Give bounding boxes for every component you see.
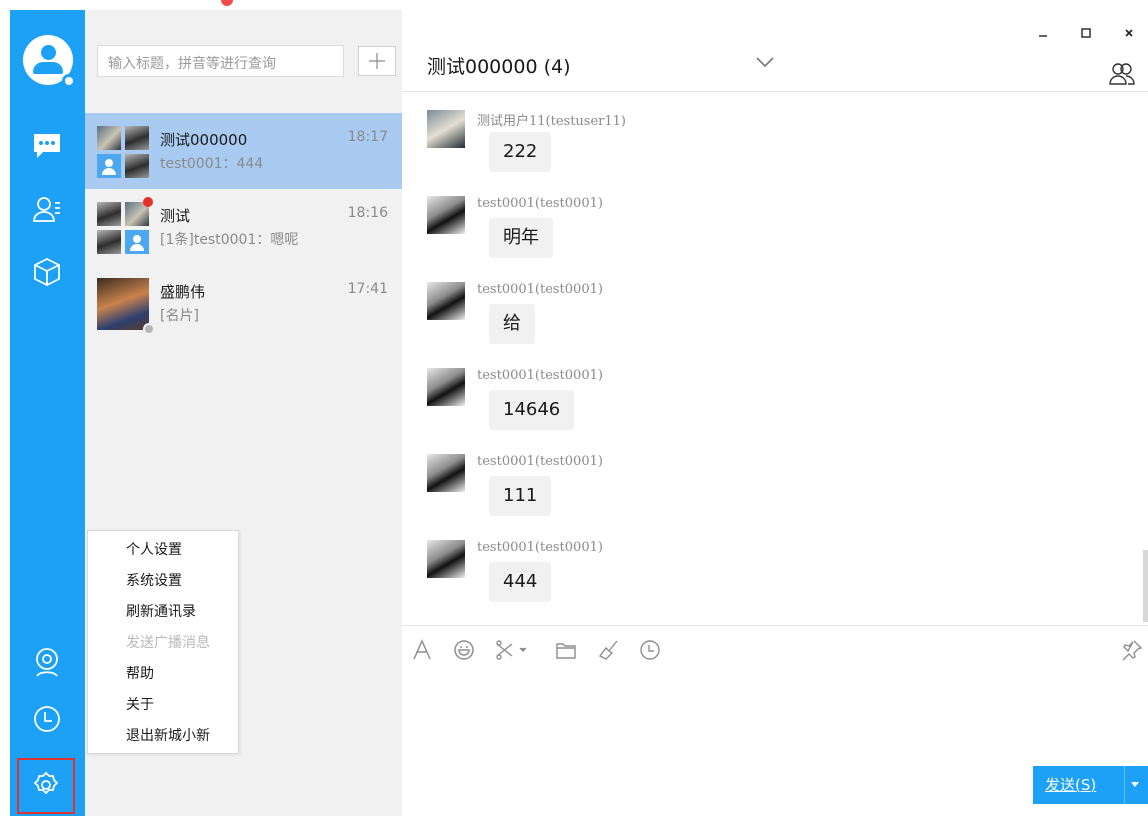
menu-item-broadcast: 发送广播消息 xyxy=(126,635,210,651)
add-button[interactable] xyxy=(358,46,396,76)
message-bubble[interactable]: 444 xyxy=(489,562,552,602)
conversation-preview: test0001：444 xyxy=(160,156,264,172)
left-rail xyxy=(0,0,85,816)
menu-item-system-settings[interactable]: 系统设置 xyxy=(88,570,238,601)
minimize-button[interactable] xyxy=(1032,22,1054,44)
menu-item-refresh-contacts[interactable]: 刷新通讯录 xyxy=(88,601,238,632)
conversation-time: 17:41 xyxy=(347,281,388,297)
sender-avatar[interactable] xyxy=(427,110,465,148)
conversation-time: 18:16 xyxy=(347,205,388,221)
conversation-preview: [名片] xyxy=(160,308,199,324)
sender-name: 测试用户11(testuser11) xyxy=(477,114,626,129)
group-members-icon[interactable] xyxy=(1109,62,1135,90)
menu-item-help[interactable]: 帮助 xyxy=(88,663,238,694)
chat-panel: 测试000000 (4) 测试用户11(testuser11) 222 test… xyxy=(402,10,1148,816)
avatar-body-shape xyxy=(33,62,63,74)
emoji-icon[interactable] xyxy=(452,638,476,662)
conversation-item[interactable]: 测试 [1条]test0001：嗯呢 18:16 xyxy=(85,189,402,265)
apps-cube-icon[interactable] xyxy=(32,257,62,287)
menu-item-about[interactable]: 关于 xyxy=(88,694,238,725)
menu-item-exit[interactable]: 退出新城小新 xyxy=(88,725,238,756)
maximize-icon xyxy=(1081,28,1091,38)
message-scrollbar[interactable] xyxy=(1143,550,1148,622)
settings-menu: 个人设置 系统设置 刷新通讯录 发送广播消息 帮助 关于 退出新城小新 xyxy=(87,530,239,754)
close-icon xyxy=(1125,29,1133,37)
group-avatar xyxy=(97,202,149,254)
conversation-item[interactable]: 测试000000 test0001：444 18:17 xyxy=(85,113,402,189)
message-bubble[interactable]: 明年 xyxy=(489,218,553,258)
offline-indicator xyxy=(143,323,155,335)
group-avatar xyxy=(97,126,149,178)
webcam-icon[interactable] xyxy=(32,647,62,677)
menu-item-personal-settings[interactable]: 个人设置 xyxy=(88,539,238,570)
notification-dot xyxy=(221,0,233,6)
sender-avatar[interactable] xyxy=(427,368,465,406)
status-indicator xyxy=(62,74,76,88)
chat-header: 测试000000 (4) xyxy=(402,10,1148,92)
unread-badge xyxy=(143,197,153,207)
sender-name: test0001(test0001) xyxy=(477,368,603,383)
clock-icon[interactable] xyxy=(638,638,662,662)
maximize-button[interactable] xyxy=(1075,22,1097,44)
settings-highlight-box xyxy=(17,758,75,814)
font-icon[interactable] xyxy=(410,638,434,662)
search-input[interactable]: 输入标题，拼音等进行查询 xyxy=(97,45,344,77)
conversation-item[interactable]: 盛鹏伟 [名片] 17:41 xyxy=(85,265,402,341)
sender-avatar[interactable] xyxy=(427,282,465,320)
send-options-caret-icon[interactable] xyxy=(1131,782,1139,787)
conversation-name: 盛鹏伟 xyxy=(160,283,206,301)
contacts-icon[interactable] xyxy=(32,194,62,224)
message-bubble[interactable]: 111 xyxy=(489,476,552,516)
send-button-label: 发送(S) xyxy=(1045,776,1097,794)
title-strip xyxy=(85,0,1148,10)
sender-avatar[interactable] xyxy=(427,454,465,492)
sender-avatar[interactable] xyxy=(427,540,465,578)
chevron-down-icon[interactable] xyxy=(755,54,775,73)
sender-name: test0001(test0001) xyxy=(477,282,603,297)
conversation-preview: [1条]test0001：嗯呢 xyxy=(160,232,299,248)
conversation-name: 测试 xyxy=(160,207,191,225)
plus-icon xyxy=(369,53,385,69)
message-input-area[interactable]: 发送(S) xyxy=(402,625,1148,816)
message-bubble[interactable]: 给 xyxy=(489,304,535,344)
sender-name: test0001(test0001) xyxy=(477,540,603,555)
messages-icon[interactable] xyxy=(32,131,62,161)
screenshot-scissors-icon[interactable] xyxy=(494,638,530,662)
folder-icon[interactable] xyxy=(554,638,578,662)
my-avatar[interactable] xyxy=(23,35,76,88)
conversation-time: 18:17 xyxy=(347,129,388,145)
avatar-head-shape xyxy=(41,45,56,60)
sender-avatar[interactable] xyxy=(427,196,465,234)
sender-name: test0001(test0001) xyxy=(477,196,603,211)
message-bubble[interactable]: 14646 xyxy=(489,390,575,430)
minimize-icon xyxy=(1039,35,1047,37)
brush-icon[interactable] xyxy=(596,638,620,662)
pin-icon[interactable] xyxy=(1120,638,1144,662)
app-window: 输入标题，拼音等进行查询 测试000000 test0001：444 18:17 xyxy=(0,0,1148,816)
send-button[interactable]: 发送(S) xyxy=(1033,766,1148,804)
sender-name: test0001(test0001) xyxy=(477,454,603,469)
send-button-divider xyxy=(1124,766,1125,804)
history-clock-icon[interactable] xyxy=(32,704,62,734)
close-button[interactable] xyxy=(1118,22,1140,44)
contact-avatar xyxy=(97,278,149,330)
conversation-name: 测试000000 xyxy=(160,131,248,149)
message-bubble[interactable]: 222 xyxy=(489,132,552,172)
chat-title: 测试000000 (4) xyxy=(427,56,571,78)
